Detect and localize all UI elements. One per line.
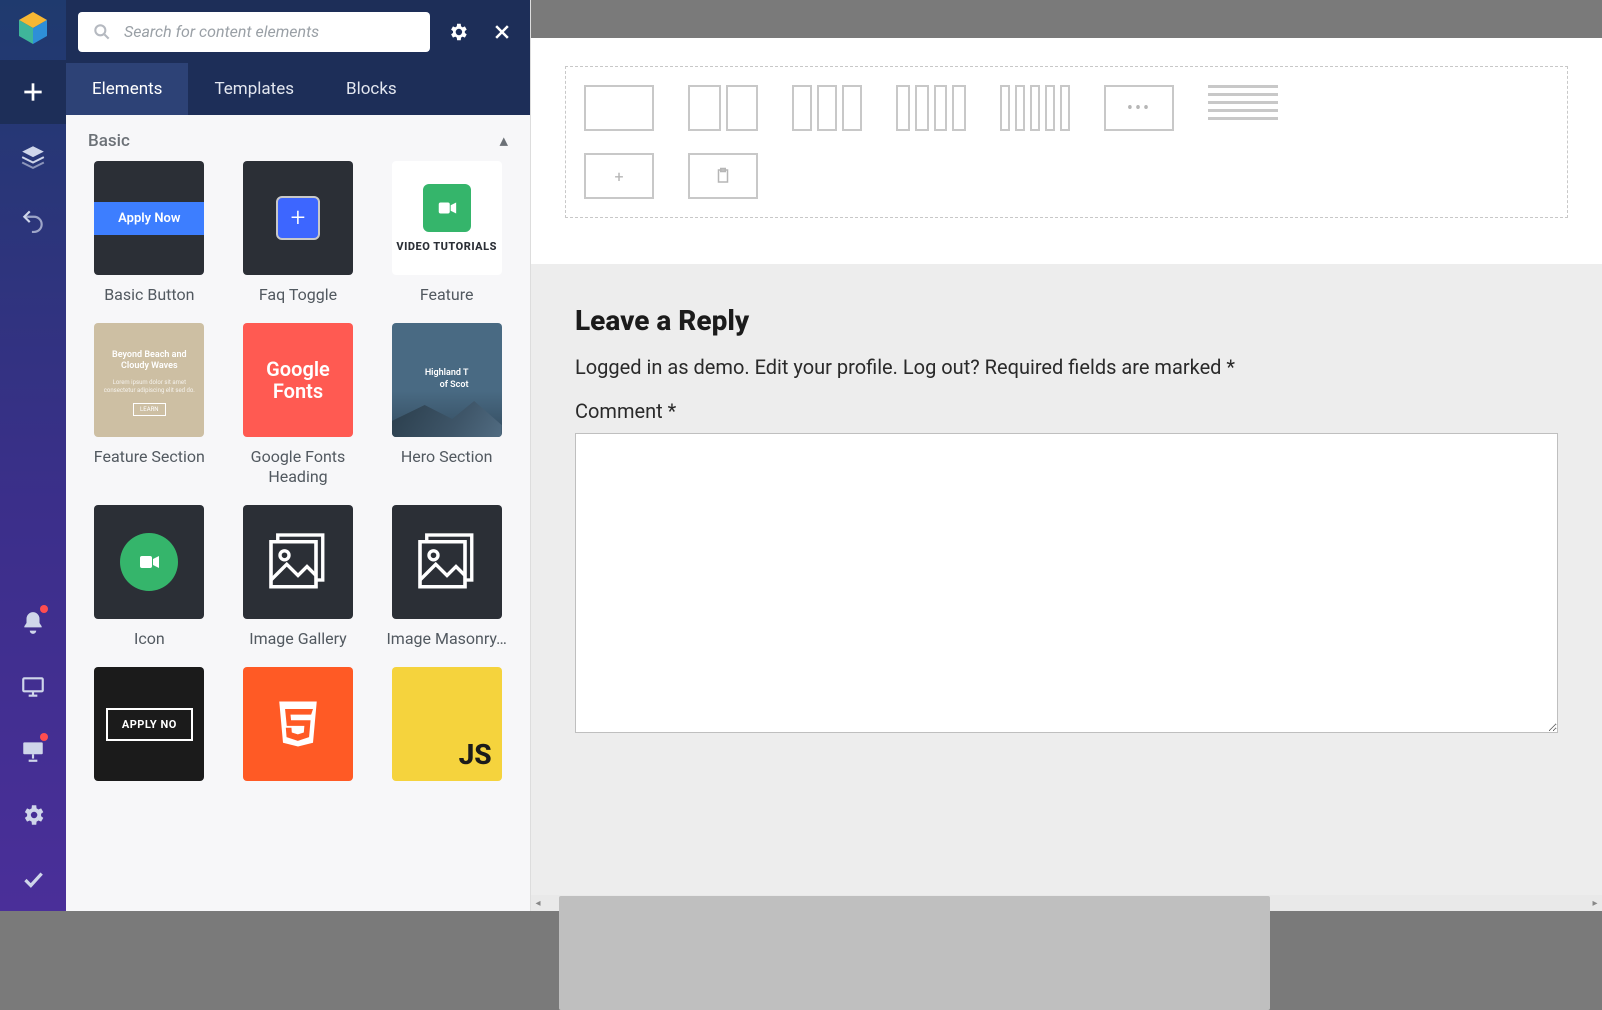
- comment-label: Comment *: [575, 399, 1558, 423]
- page-canvas: ••• + Leave a Reply Logged in as demo. E…: [531, 38, 1602, 895]
- masonry-icon: [411, 526, 483, 598]
- layout-3col[interactable]: [792, 85, 862, 131]
- search-input[interactable]: [124, 22, 416, 41]
- rail-undo[interactable]: [0, 188, 66, 252]
- element-image-masonry[interactable]: Image Masonry…: [381, 505, 512, 649]
- thumb-feature: VIDEO TUTORIALS: [392, 161, 502, 275]
- panel-tabs: Elements Templates Blocks: [66, 63, 530, 115]
- section-header-basic[interactable]: Basic ▴: [66, 115, 530, 161]
- rail-save[interactable]: [0, 847, 66, 911]
- element-label: Faq Toggle: [259, 285, 337, 305]
- search-box: [78, 12, 430, 52]
- layout-4col[interactable]: [896, 85, 966, 131]
- canvas-area: ••• + Leave a Reply Logged in as demo. E…: [531, 0, 1602, 911]
- element-label: Feature Section: [94, 447, 205, 467]
- layout-1col[interactable]: [584, 85, 654, 131]
- thumb-google-fonts: Google Fonts: [243, 323, 353, 437]
- scroll-right-icon: ▸: [1588, 898, 1602, 909]
- video-circle-icon: [120, 533, 178, 591]
- horizontal-scrollbar[interactable]: ◂ ▸: [531, 895, 1602, 911]
- scroll-left-icon: ◂: [531, 898, 545, 909]
- element-label: Google Fonts Heading: [233, 447, 363, 487]
- element-basic-button[interactable]: Apply Now Basic Button: [84, 161, 215, 305]
- elements-grid: Apply Now Basic Button + Faq Toggle VIDE…: [66, 161, 530, 801]
- element-faq-toggle[interactable]: + Faq Toggle: [233, 161, 364, 305]
- tab-templates[interactable]: Templates: [188, 63, 320, 115]
- close-icon: [492, 22, 512, 42]
- plus-icon: +: [614, 167, 623, 186]
- element-label: Icon: [134, 629, 165, 649]
- reply-meta: Logged in as demo. Edit your profile. Lo…: [575, 355, 1558, 379]
- layout-text-rows[interactable]: [1208, 85, 1278, 131]
- panel-close-button[interactable]: [486, 16, 518, 48]
- notification-dot-icon: [40, 605, 48, 613]
- tab-blocks[interactable]: Blocks: [320, 63, 423, 115]
- element-google-fonts-heading[interactable]: Google Fonts Google Fonts Heading: [233, 323, 364, 487]
- chevron-up-icon: ▴: [499, 131, 508, 151]
- thumb-image-gallery: [243, 505, 353, 619]
- thumb-js: JS: [392, 667, 502, 781]
- rail-desktop-preview[interactable]: [0, 655, 66, 719]
- layout-5col[interactable]: [1000, 85, 1070, 131]
- element-feature-section[interactable]: Beyond Beach and Cloudy Waves Lorem ipsu…: [84, 323, 215, 487]
- thumb-icon: [94, 505, 204, 619]
- elements-panel: Elements Templates Blocks Basic ▴ Apply …: [66, 0, 531, 911]
- thumb-html5: [243, 667, 353, 781]
- element-label: Image Masonry…: [386, 629, 506, 649]
- thumb-faq: +: [243, 161, 353, 275]
- reply-heading: Leave a Reply: [575, 304, 1558, 337]
- app-logo: [13, 8, 53, 48]
- reply-section: Leave a Reply Logged in as demo. Edit yo…: [531, 264, 1602, 895]
- clipboard-icon: [714, 167, 732, 185]
- element-outline-button[interactable]: APPLY NO: [84, 667, 215, 781]
- element-label: Basic Button: [104, 285, 194, 305]
- thumb-feature-section: Beyond Beach and Cloudy Waves Lorem ipsu…: [94, 323, 204, 437]
- rail-layers[interactable]: [0, 124, 66, 188]
- comment-textarea[interactable]: [575, 433, 1558, 733]
- plus-icon: +: [276, 196, 320, 240]
- thumb-basic-button: Apply Now: [94, 161, 204, 275]
- thumb-hero: Highland T of Scot: [392, 323, 502, 437]
- rail-add-element[interactable]: [0, 60, 66, 124]
- left-rail: [0, 0, 66, 911]
- tab-elements[interactable]: Elements: [66, 63, 188, 115]
- search-icon: [92, 22, 112, 42]
- thumb-image-masonry: [392, 505, 502, 619]
- element-label: Feature: [420, 285, 474, 305]
- gallery-icon: [262, 526, 334, 598]
- thumb-outline-button: APPLY NO: [94, 667, 204, 781]
- element-label: Image Gallery: [249, 629, 347, 649]
- element-image-gallery[interactable]: Image Gallery: [233, 505, 364, 649]
- rail-notifications[interactable]: [0, 591, 66, 655]
- layout-picker: ••• +: [565, 66, 1568, 218]
- element-js[interactable]: JS: [381, 667, 512, 781]
- element-hero-section[interactable]: Highland T of Scot Hero Section: [381, 323, 512, 487]
- panel-settings-button[interactable]: [442, 16, 474, 48]
- section-title: Basic: [88, 131, 130, 151]
- layout-2col[interactable]: [688, 85, 758, 131]
- rail-presentation[interactable]: [0, 719, 66, 783]
- html5-icon: [268, 694, 328, 754]
- gear-icon: [447, 21, 469, 43]
- element-icon[interactable]: Icon: [84, 505, 215, 649]
- panel-top: [66, 0, 530, 63]
- element-html5[interactable]: [233, 667, 364, 781]
- layout-paste[interactable]: [688, 153, 758, 199]
- layout-add[interactable]: +: [584, 153, 654, 199]
- presentation-dot-icon: [40, 733, 48, 741]
- video-icon: [423, 184, 471, 232]
- layout-more[interactable]: •••: [1104, 85, 1174, 131]
- element-feature[interactable]: VIDEO TUTORIALS Feature: [381, 161, 512, 305]
- element-label: Hero Section: [401, 447, 493, 467]
- rail-settings[interactable]: [0, 783, 66, 847]
